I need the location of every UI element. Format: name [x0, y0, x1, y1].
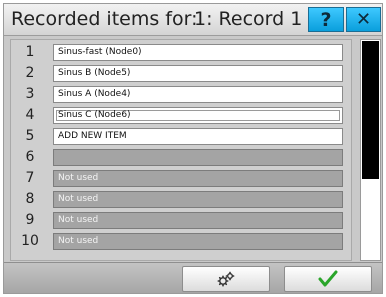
item-number: 4 [25, 107, 35, 123]
recorded-items-list: 1 Sinus-fast (Node0) 2 Sinus B (Node5) 3 Sinu… [10, 39, 352, 261]
record-name: 1: Record 1 [194, 8, 303, 30]
add-new-item-field[interactable]: ADD NEW ITEM [53, 128, 343, 145]
item-number: 9 [25, 212, 35, 228]
recorded-items-dialog: Recorded items for: 1: Record 1 ? ✕ 1 Sin… [3, 3, 383, 294]
item-field[interactable]: Sinus C (Node6) [53, 107, 343, 124]
dialog-title-bar: Recorded items for: 1: Record 1 ? ✕ [4, 4, 382, 36]
item-number: 1 [25, 44, 35, 60]
checkmark-icon [318, 270, 338, 287]
list-item[interactable]: 2 Sinus B (Node5) [11, 64, 351, 85]
close-button[interactable]: ✕ [346, 7, 381, 32]
confirm-button[interactable] [284, 266, 372, 292]
list-item[interactable]: 3 Sinus A (Node4) [11, 85, 351, 106]
item-field[interactable]: Sinus B (Node5) [53, 65, 343, 82]
item-number: 7 [25, 170, 35, 186]
list-item[interactable]: 10 Not used [11, 232, 351, 253]
close-icon: ✕ [355, 9, 372, 30]
item-number: 3 [25, 86, 35, 102]
item-number: 10 [21, 233, 39, 249]
list-item[interactable]: 8 Not used [11, 190, 351, 211]
item-number: 5 [25, 128, 35, 144]
help-icon: ? [320, 8, 332, 31]
item-number: 8 [25, 191, 35, 207]
scrollbar-thumb[interactable] [362, 41, 379, 179]
list-item[interactable]: 7 Not used [11, 169, 351, 190]
item-field[interactable]: Not used [53, 191, 343, 208]
dialog-title: Recorded items for: [11, 8, 198, 30]
list-item[interactable]: 5 ADD NEW ITEM [11, 127, 351, 148]
help-button[interactable]: ? [308, 7, 344, 32]
dialog-button-bar [4, 262, 382, 293]
item-field[interactable]: Not used [53, 233, 343, 250]
item-field[interactable] [53, 149, 343, 166]
item-number: 6 [25, 149, 35, 165]
gears-icon [217, 271, 235, 287]
settings-button[interactable] [182, 266, 270, 292]
item-field[interactable]: Not used [53, 170, 343, 187]
item-field[interactable]: Sinus-fast (Node0) [53, 44, 343, 61]
list-item[interactable]: 1 Sinus-fast (Node0) [11, 43, 351, 64]
item-field[interactable]: Not used [53, 212, 343, 229]
list-item[interactable]: 9 Not used [11, 211, 351, 232]
item-number: 2 [25, 65, 35, 81]
list-item[interactable]: 4 Sinus C (Node6) [11, 106, 351, 127]
list-item[interactable]: 6 [11, 148, 351, 169]
item-field[interactable]: Sinus A (Node4) [53, 86, 343, 103]
list-scrollbar[interactable] [360, 39, 381, 261]
